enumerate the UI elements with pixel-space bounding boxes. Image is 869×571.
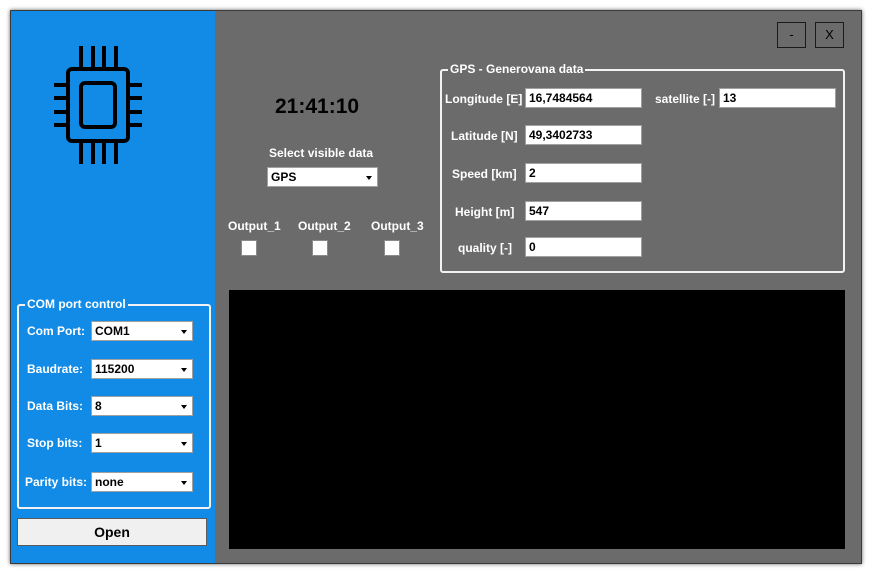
data-console[interactable] [229, 290, 845, 549]
stop-bits-select[interactable]: 1 [91, 433, 193, 453]
close-button[interactable]: X [815, 22, 844, 48]
visible-data-value: GPS [271, 170, 297, 184]
stop-bits-label: Stop bits: [27, 436, 83, 450]
data-bits-label: Data Bits: [27, 399, 84, 413]
app-window: COM port control Com Port: COM1 Baudrate… [10, 10, 862, 564]
com-port-value: COM1 [95, 324, 130, 338]
stop-bits-value: 1 [95, 436, 102, 450]
speed-label: Speed [km] [452, 167, 517, 181]
quality-label: quality [-] [458, 241, 512, 255]
output-3-checkbox[interactable] [384, 240, 400, 256]
data-bits-select[interactable]: 8 [91, 396, 193, 416]
satellite-label: satellite [-] [655, 92, 716, 106]
output-2-checkbox[interactable] [312, 240, 328, 256]
height-label: Height [m] [455, 205, 515, 219]
latitude-field[interactable]: 49,3402733 [525, 125, 642, 145]
longitude-field[interactable]: 16,7484564 [525, 88, 642, 108]
parity-bits-label: Parity bits: [25, 475, 88, 489]
output-1-label: Output_1 [228, 219, 281, 233]
latitude-label: Latitude [N] [451, 129, 518, 143]
gps-data-group: GPS - Generovana data Longitude [E] 16,7… [440, 62, 845, 273]
baudrate-select[interactable]: 115200 [91, 359, 193, 379]
cpu-chip-icon [54, 46, 142, 164]
minimize-button[interactable]: - [777, 22, 806, 48]
chevron-down-icon [181, 481, 187, 485]
speed-field[interactable]: 2 [525, 163, 642, 183]
chevron-down-icon [366, 176, 372, 180]
quality-field[interactable]: 0 [525, 237, 642, 257]
com-port-control-title: COM port control [25, 297, 128, 311]
parity-bits-select[interactable]: none [91, 472, 193, 492]
baudrate-value: 115200 [95, 362, 135, 376]
output-3-label: Output_3 [371, 219, 424, 233]
gps-data-title: GPS - Generovana data [448, 62, 586, 76]
height-field[interactable]: 547 [525, 201, 642, 221]
chevron-down-icon [181, 368, 187, 372]
clock-label: 21:41:10 [275, 95, 360, 118]
chevron-down-icon [181, 442, 187, 446]
baudrate-label: Baudrate: [27, 362, 84, 376]
sidebar: COM port control Com Port: COM1 Baudrate… [11, 11, 215, 563]
parity-bits-value: none [95, 475, 124, 489]
longitude-label: Longitude [E] [445, 92, 523, 106]
com-port-select[interactable]: COM1 [91, 321, 193, 341]
com-port-control-group: COM port control Com Port: COM1 Baudrate… [17, 297, 211, 509]
output-2-label: Output_2 [298, 219, 351, 233]
visible-data-select[interactable]: GPS [267, 167, 378, 187]
com-port-label: Com Port: [27, 324, 85, 338]
data-bits-value: 8 [95, 399, 102, 413]
satellite-field[interactable]: 13 [719, 88, 836, 108]
chevron-down-icon [181, 405, 187, 409]
output-1-checkbox[interactable] [241, 240, 257, 256]
select-visible-data-label: Select visible data [269, 146, 374, 160]
open-button[interactable]: Open [17, 518, 207, 546]
chevron-down-icon [181, 330, 187, 334]
